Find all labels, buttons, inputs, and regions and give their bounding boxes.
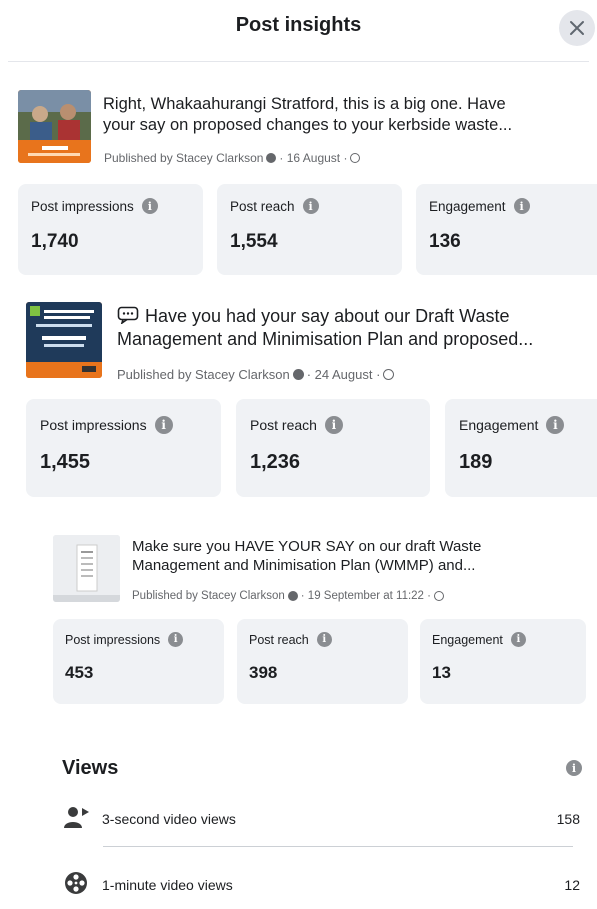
metric-value: 453 xyxy=(65,663,94,682)
metric-value: 13 xyxy=(432,663,451,682)
metric-value: 398 xyxy=(249,663,278,682)
view-value: 12 xyxy=(564,877,580,893)
post-3-meta: Published by Stacey Clarkson · 19 Septem… xyxy=(132,590,444,602)
info-icon[interactable]: i xyxy=(566,760,582,776)
post-3-impressions-card: Post impressions i 453 xyxy=(53,619,224,704)
info-icon[interactable]: i xyxy=(510,632,526,647)
post-3-author: Published by Stacey Clarkson xyxy=(132,590,285,602)
row-divider xyxy=(103,846,573,847)
post-3-thumbnail[interactable] xyxy=(53,535,120,602)
globe-icon xyxy=(433,591,444,601)
post-3-line-1: Make sure you HAVE YOUR SAY on our draft… xyxy=(132,538,482,555)
post-3-image xyxy=(53,535,120,602)
metric-label: Post reach xyxy=(249,632,309,647)
settings-icon xyxy=(287,591,298,601)
post-3-text[interactable]: Make sure you HAVE YOUR SAY on our draft… xyxy=(132,538,572,576)
post-3-date: · 19 September at 11:22 · xyxy=(300,590,431,602)
metric-label: Post impressions xyxy=(65,632,161,647)
film-reel-icon xyxy=(65,872,87,894)
post-3-reach-card: Post reach i 398 xyxy=(237,619,408,704)
view-label: 1-minute video views xyxy=(102,877,233,893)
person-video-icon xyxy=(64,807,89,828)
view-value: 158 xyxy=(556,811,580,827)
view-label: 3-second video views xyxy=(102,811,236,827)
metric-label: Engagement xyxy=(432,632,503,647)
post-3-line-2: Management and Minimisation Plan (WMMP) … xyxy=(132,556,476,574)
info-icon[interactable]: i xyxy=(168,632,184,647)
post-3-engagement-card: Engagement i 13 xyxy=(420,619,586,704)
view-row-1-minute: 1-minute video views 12 xyxy=(60,871,580,901)
post-3: Make sure you HAVE YOUR SAY on our draft… xyxy=(0,0,597,720)
view-row-3-second: 3-second video views 158 xyxy=(60,805,580,835)
views-title: Views xyxy=(62,757,119,779)
info-icon[interactable]: i xyxy=(316,632,332,647)
